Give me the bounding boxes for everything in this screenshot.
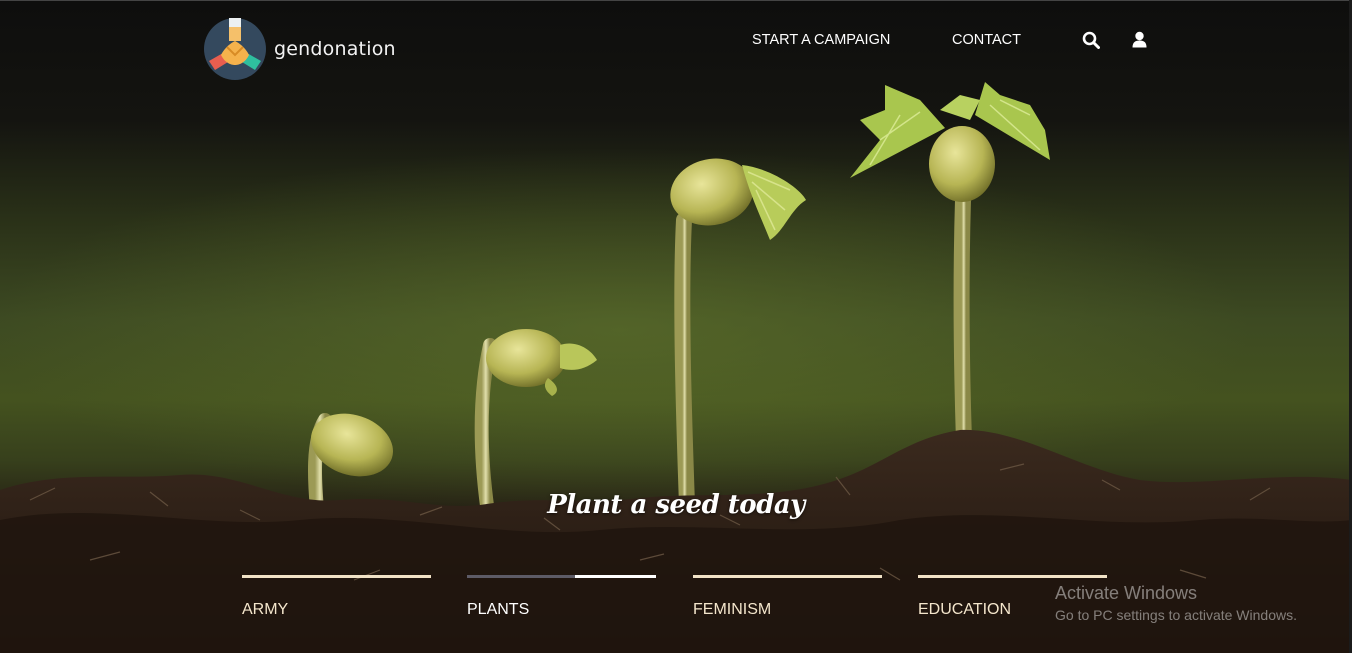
category-progress-bar (242, 575, 431, 578)
hero-tagline: Plant a seed today (547, 490, 805, 520)
joined-hands-icon (204, 18, 266, 80)
category-label: PLANTS (467, 601, 530, 618)
category-progress-fill (574, 575, 656, 578)
category-army[interactable]: ARMY (242, 575, 431, 619)
category-progress-bar (693, 575, 882, 578)
nav-contact[interactable]: CONTACT (952, 32, 1021, 48)
watermark-subtitle: Go to PC settings to activate Windows. (1055, 607, 1297, 623)
search-icon[interactable] (1082, 31, 1100, 49)
brand-name: gendonation (274, 38, 396, 60)
nav-start-campaign[interactable]: START A CAMPAIGN (752, 32, 890, 48)
category-progress-bar (467, 575, 656, 578)
watermark-title: Activate Windows (1055, 583, 1198, 603)
activate-windows-watermark: Activate Windows Go to PC settings to ac… (1055, 582, 1297, 625)
category-progress-bar (918, 575, 1107, 578)
user-icon[interactable] (1132, 31, 1147, 48)
brand-logo[interactable]: gendonation (203, 17, 396, 81)
seedlings-illustration (0, 82, 1352, 653)
category-label: FEMINISM (693, 601, 772, 618)
category-label: ARMY (242, 601, 289, 618)
category-plants[interactable]: PLANTS (467, 575, 656, 619)
hero-section (0, 0, 1352, 653)
window-top-border (0, 0, 1352, 1)
category-feminism[interactable]: FEMINISM (693, 575, 882, 619)
